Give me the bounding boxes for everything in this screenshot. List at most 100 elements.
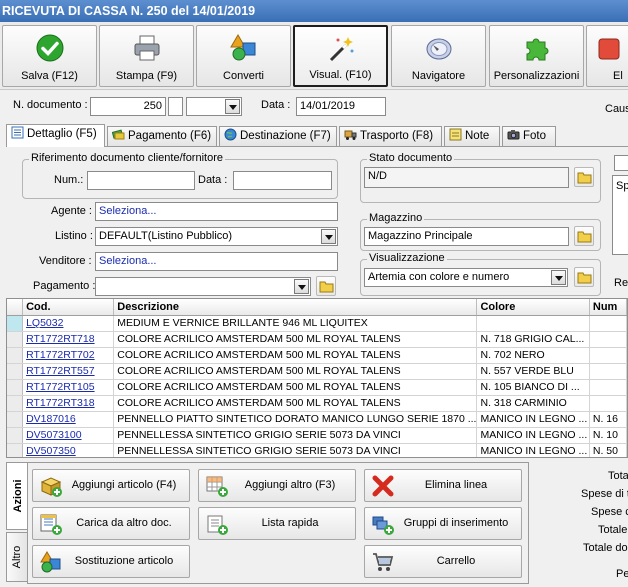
table-row[interactable]: DV187016 PENNELLO PIATTO SINTETICO DORATO… <box>7 411 627 428</box>
visualizzazione-combo[interactable]: Artemia con colore e numero <box>364 268 568 287</box>
item-color: N. 318 CARMINIO <box>476 395 590 412</box>
item-color: MANICO IN LEGNO ... <box>476 427 590 444</box>
item-code[interactable]: RT1772RT105 <box>22 379 115 396</box>
agente-field[interactable]: Seleziona... <box>95 202 338 221</box>
tab-label: Trasporto (F8) <box>360 130 434 142</box>
column-header-num[interactable]: Num <box>589 299 627 316</box>
item-description: PENNELLO PIATTO SINTETICO DORATO MANICO … <box>113 411 478 428</box>
partial-toolbar-button[interactable]: El <box>586 25 628 87</box>
items-grid[interactable]: Cod. Descrizione Colore Num LQ5032 MEDIUM… <box>6 298 628 458</box>
item-code[interactable]: RT1772RT718 <box>22 331 115 348</box>
column-header-descrizione[interactable]: Descrizione <box>113 299 478 316</box>
chevron-down-icon[interactable] <box>294 279 309 294</box>
insert-groups-button[interactable]: Gruppi di inserimento <box>364 507 522 540</box>
visualizzazione-browse-button[interactable] <box>574 267 594 287</box>
camera-icon <box>507 130 520 140</box>
column-header-colore[interactable]: Colore <box>476 299 590 316</box>
item-code[interactable]: LQ5032 <box>22 315 115 332</box>
item-code[interactable]: DV5073100 <box>22 427 115 444</box>
cart-label: Carrello <box>436 555 476 567</box>
folder-icon <box>319 281 334 293</box>
table-row[interactable]: LQ5032 MEDIUM E VERNICE BRILLANTE 946 ML … <box>7 315 627 332</box>
actions-panel: Aggiungi articolo (F4) Aggiungi altro (F… <box>27 462 529 584</box>
quick-list-button[interactable]: Lista rapida <box>198 507 356 540</box>
print-button[interactable]: Stampa (F9) <box>99 25 194 87</box>
replace-item-button[interactable]: Sostituzione articolo <box>32 545 190 578</box>
item-code[interactable]: RT1772RT702 <box>22 347 115 364</box>
tab-azioni-label: Azioni <box>11 479 24 513</box>
personalizations-button[interactable]: Personalizzazioni <box>489 25 584 87</box>
right-partial-box: Spe <box>612 175 628 255</box>
num-field[interactable] <box>87 171 195 190</box>
tab-foto[interactable]: Foto <box>502 126 556 146</box>
doc-number-field[interactable]: 250 <box>90 97 166 116</box>
item-code[interactable]: RT1772RT318 <box>22 395 115 412</box>
table-row[interactable]: RT1772RT318 COLORE ACRILICO AMSTERDAM 500… <box>7 395 627 412</box>
column-header-cod[interactable]: Cod. <box>22 299 115 316</box>
doc-number-label: N. documento : <box>13 99 88 111</box>
table-row[interactable]: DV5073100 PENNELLESSA SINTETICO GRIGIO SE… <box>7 427 627 444</box>
right-partial-checkbox[interactable] <box>614 155 628 171</box>
item-code[interactable]: RT1772RT557 <box>22 363 115 380</box>
delete-x-icon <box>372 475 394 497</box>
stato-browse-button[interactable] <box>574 167 594 187</box>
table-row[interactable]: RT1772RT557 COLORE ACRILICO AMSTERDAM 500… <box>7 363 627 380</box>
row-indicator <box>7 331 24 348</box>
venditore-field[interactable]: Seleziona... <box>95 252 338 271</box>
tab-destinazione[interactable]: Destinazione (F7) <box>219 126 337 146</box>
grid-indicator-header <box>7 299 24 316</box>
navigator-button[interactable]: Navigatore <box>391 25 486 87</box>
row-indicator <box>7 315 24 332</box>
pagamento-combo[interactable] <box>95 277 311 296</box>
totals-totale-doc-label: Totale do <box>583 542 628 554</box>
replace-item-icon <box>40 551 61 573</box>
convert-button[interactable]: Converti <box>196 25 291 87</box>
tab-dettaglio[interactable]: Dettaglio (F5) <box>6 124 105 147</box>
item-color: N. 105 BIANCO DI ... <box>476 379 590 396</box>
shapes-icon <box>229 34 255 61</box>
agente-label: Agente : <box>51 205 92 217</box>
visual-button[interactable]: Visual. (F10) <box>293 25 388 87</box>
pagamento-browse-button[interactable] <box>316 276 336 296</box>
doc-number-suffix[interactable] <box>168 97 183 116</box>
magazzino-browse-button[interactable] <box>574 226 594 246</box>
quick-list-icon <box>207 515 228 535</box>
riferimento-date-field[interactable] <box>233 171 332 190</box>
listino-label: Listino : <box>55 230 93 242</box>
save-button[interactable]: Salva (F12) <box>2 25 97 87</box>
table-row[interactable]: RT1772RT702 COLORE ACRILICO AMSTERDAM 500… <box>7 347 627 364</box>
tab-azioni[interactable]: Azioni <box>6 462 28 530</box>
tab-altro[interactable]: Altro <box>6 532 28 582</box>
chevron-down-icon[interactable] <box>551 270 566 285</box>
item-num <box>589 379 627 396</box>
tab-note[interactable]: Note <box>444 126 500 146</box>
magic-wand-icon <box>329 37 353 62</box>
cart-button[interactable]: Carrello <box>364 545 522 578</box>
note-icon <box>449 128 462 141</box>
load-from-doc-button[interactable]: Carica da altro doc. <box>32 507 190 540</box>
delete-line-button[interactable]: Elimina linea <box>364 469 522 502</box>
load-from-doc-label: Carica da altro doc. <box>76 517 172 529</box>
item-description: PENNELLESSA SINTETICO GRIGIO SERIE 5073 … <box>113 427 478 444</box>
table-row[interactable]: DV507350 PENNELLESSA SINTETICO GRIGIO SER… <box>7 443 627 457</box>
add-item-button[interactable]: Aggiungi articolo (F4) <box>32 469 190 502</box>
tab-pagamento[interactable]: Pagamento (F6) <box>107 126 217 146</box>
chevron-down-icon[interactable] <box>321 229 336 244</box>
item-code[interactable]: DV507350 <box>22 443 115 457</box>
item-num <box>589 363 627 380</box>
add-other-button[interactable]: Aggiungi altro (F3) <box>198 469 356 502</box>
save-button-label: Salva (F12) <box>21 70 78 82</box>
doc-series-combo[interactable] <box>186 97 242 116</box>
magazzino-field[interactable]: Magazzino Principale <box>364 227 569 246</box>
chevron-down-icon[interactable] <box>225 99 240 114</box>
payment-tab-icon <box>112 129 125 140</box>
item-code[interactable]: DV187016 <box>22 411 115 428</box>
detail-panel: Riferimento documento cliente/fornitore … <box>6 146 628 296</box>
totals-totale-label: Totale <box>598 524 628 536</box>
item-description: COLORE ACRILICO AMSTERDAM 500 ML ROYAL T… <box>113 379 478 396</box>
date-field[interactable]: 14/01/2019 <box>296 97 386 116</box>
listino-combo[interactable]: DEFAULT(Listino Pubblico) <box>95 227 338 246</box>
table-row[interactable]: RT1772RT105 COLORE ACRILICO AMSTERDAM 500… <box>7 379 627 396</box>
table-row[interactable]: RT1772RT718 COLORE ACRILICO AMSTERDAM 500… <box>7 331 627 348</box>
tab-trasporto[interactable]: Trasporto (F8) <box>339 126 442 146</box>
